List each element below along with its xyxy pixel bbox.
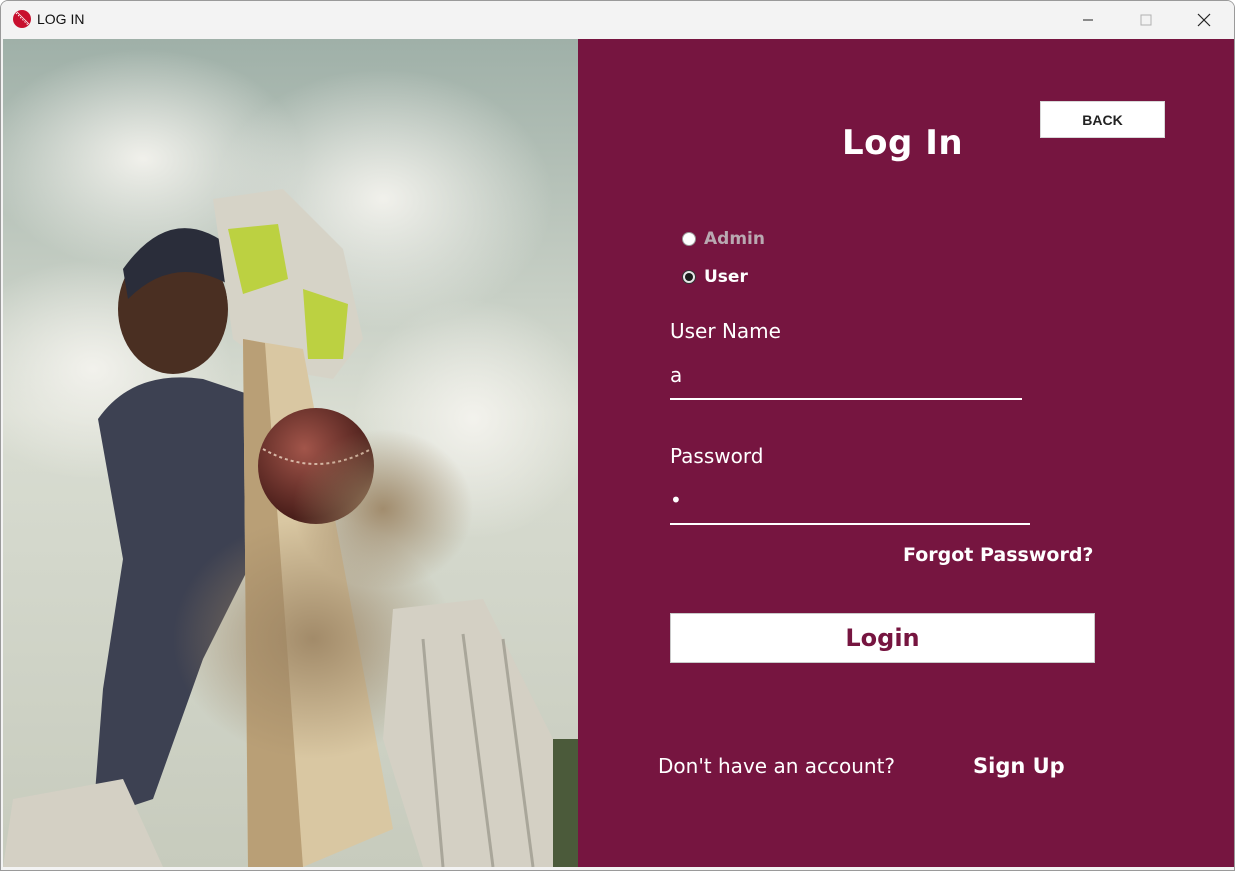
signup-link[interactable]: Sign Up [973, 754, 1065, 778]
minimize-icon [1083, 19, 1093, 21]
window-title: LOG IN [37, 11, 85, 27]
password-field[interactable] [670, 485, 1030, 525]
close-button[interactable] [1175, 1, 1233, 39]
login-button[interactable]: Login [670, 613, 1095, 663]
login-window: LOG IN BACK Log In Admin User User Name … [0, 0, 1235, 871]
back-button[interactable]: BACK [1040, 101, 1165, 138]
minimize-button[interactable] [1059, 1, 1117, 39]
admin-radio-label[interactable]: Admin [704, 229, 765, 249]
username-field[interactable] [670, 360, 1022, 400]
user-radio-label[interactable]: User [704, 267, 748, 287]
maximize-icon [1140, 14, 1152, 26]
close-icon [1197, 13, 1211, 27]
forgot-password-link[interactable]: Forgot Password? [903, 544, 1093, 566]
cricket-ball-icon [13, 10, 31, 28]
signup-prompt: Don't have an account? [658, 754, 896, 778]
maximize-button[interactable] [1117, 1, 1175, 39]
password-label: Password [670, 444, 764, 468]
page-title: Log In [842, 123, 964, 163]
login-panel: BACK Log In Admin User User Name Passwor… [578, 39, 1234, 867]
cricket-batsman-image [3, 39, 578, 867]
user-radio[interactable] [682, 270, 696, 284]
admin-radio[interactable] [682, 232, 696, 246]
title-bar: LOG IN [1, 1, 1234, 39]
username-label: User Name [670, 319, 781, 343]
cricket-photo [3, 39, 578, 867]
